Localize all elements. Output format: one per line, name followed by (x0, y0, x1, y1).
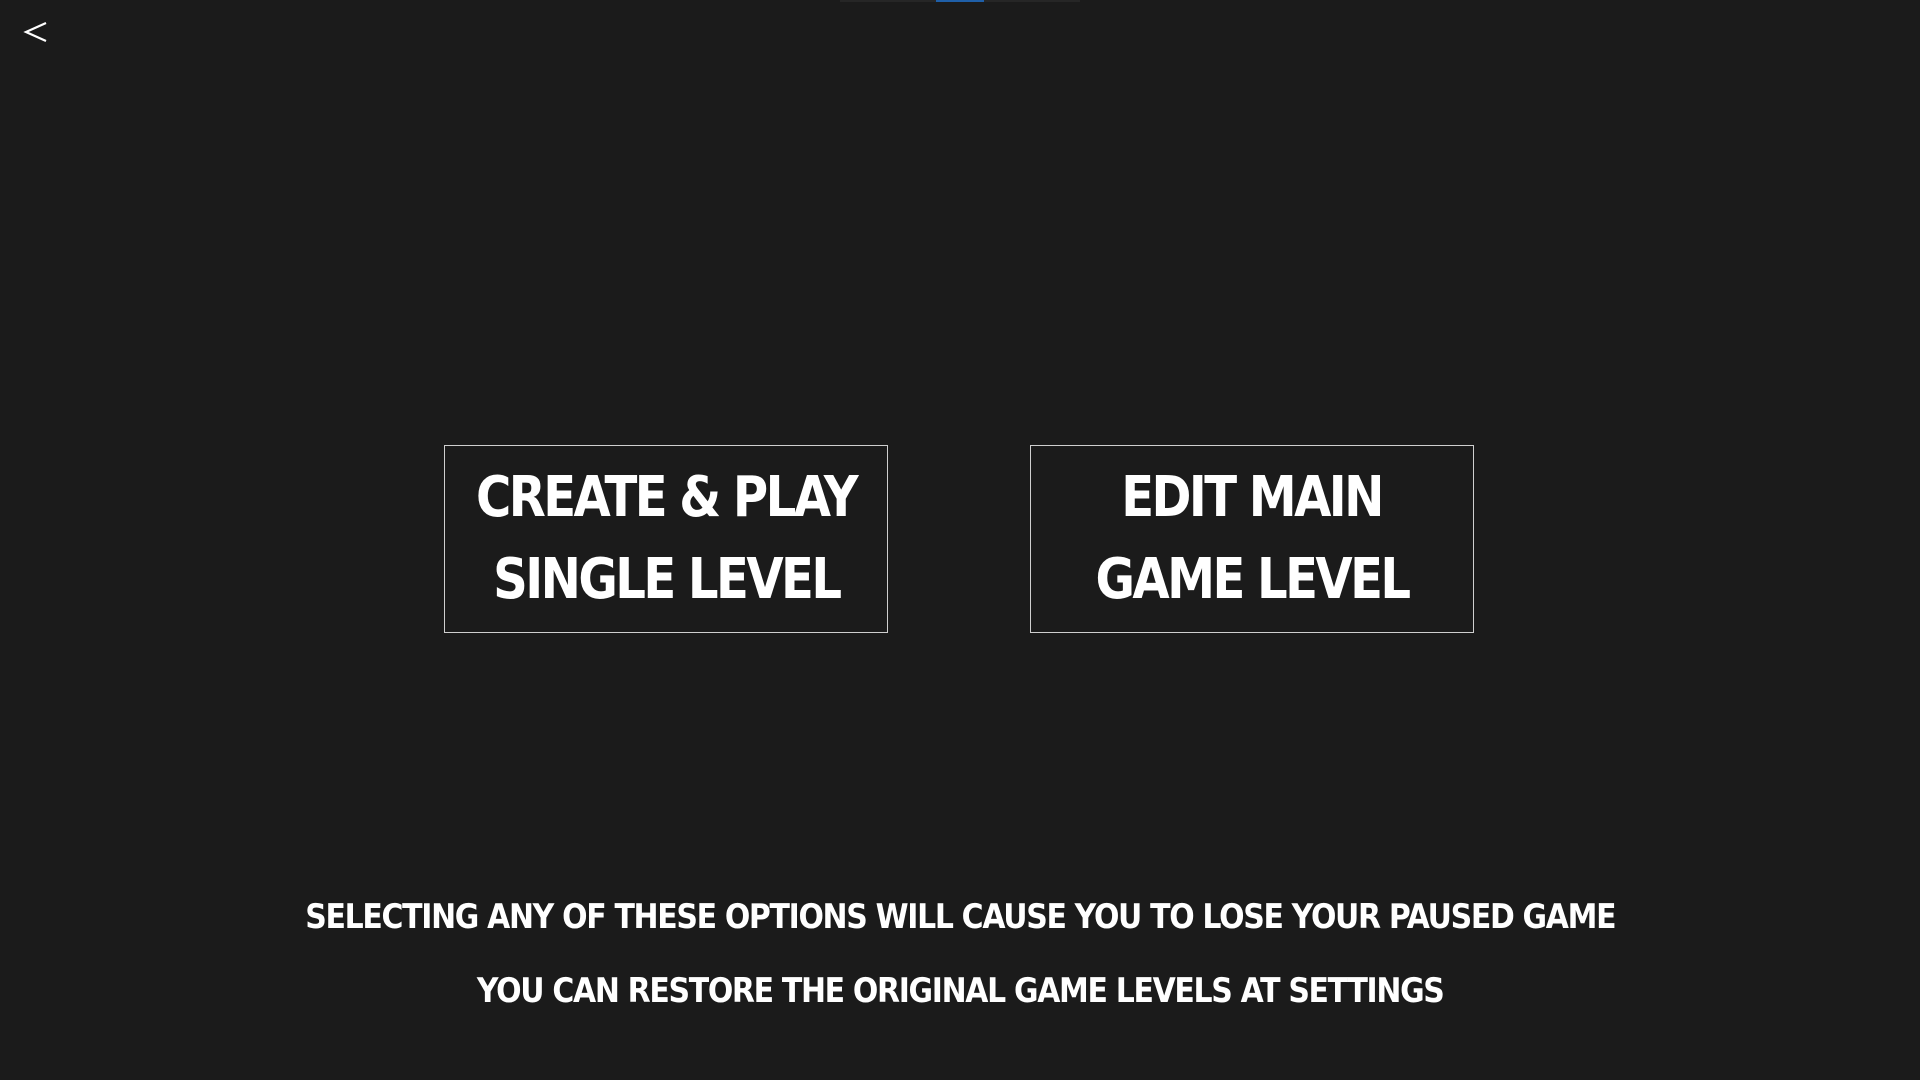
edit-main-button-line2: GAME LEVEL (1095, 547, 1411, 612)
edit-main-button-line1: EDIT MAIN (1121, 465, 1385, 530)
create-play-single-level-button[interactable]: CREATE & PLAY SINGLE LEVEL (444, 445, 888, 633)
create-play-button-line1: CREATE & PLAY (475, 465, 859, 530)
paused-game-warning: SELECTING ANY OF THESE OPTIONS WILL CAUS… (0, 897, 1920, 937)
restore-levels-notice: YOU CAN RESTORE THE ORIGINAL GAME LEVELS… (0, 971, 1920, 1011)
restore-levels-notice-text: YOU CAN RESTORE THE ORIGINAL GAME LEVELS… (476, 971, 1445, 1011)
paused-game-warning-text: SELECTING ANY OF THESE OPTIONS WILL CAUS… (305, 897, 1616, 937)
top-page-indicator-active (936, 0, 984, 2)
edit-main-game-level-button[interactable]: EDIT MAIN GAME LEVEL (1030, 445, 1474, 633)
create-play-button-line2: SINGLE LEVEL (492, 547, 842, 612)
chevron-left-icon (23, 21, 47, 43)
back-button[interactable] (14, 10, 58, 54)
